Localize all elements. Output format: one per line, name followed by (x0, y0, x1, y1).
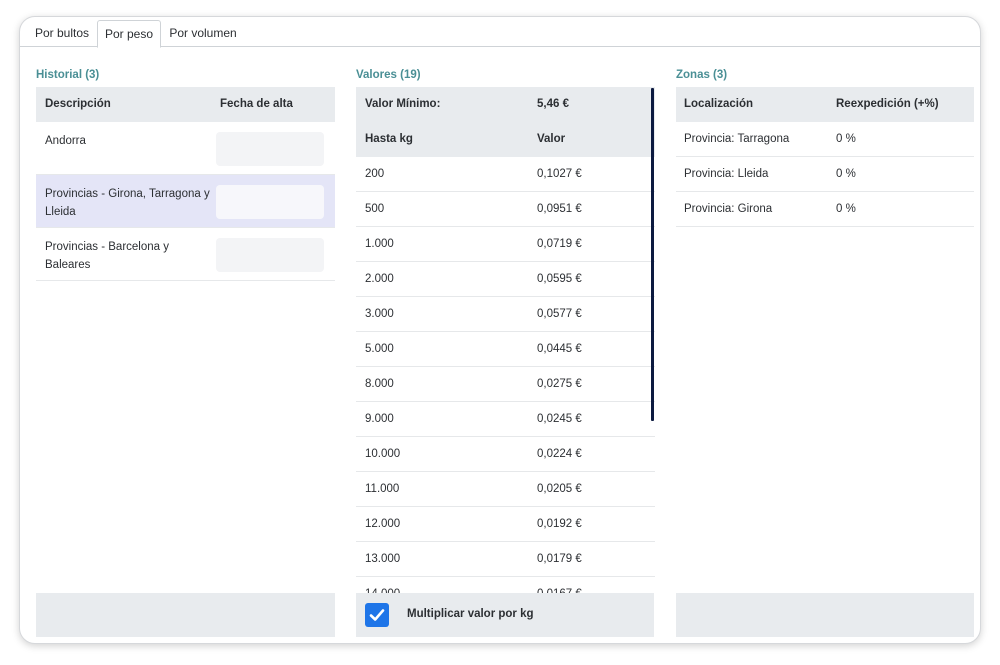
hasta-kg-value: 11.000 (365, 483, 400, 495)
zona-reexpedicion: 0 % (836, 168, 856, 180)
valores-footer: Multiplicar valor por kg (356, 593, 654, 637)
row-description: Andorra (45, 135, 86, 147)
zonas-title: Zonas (3) (676, 69, 728, 81)
table-row[interactable]: 12.000 0,0192 € (356, 507, 655, 542)
tab-por-peso[interactable]: Por peso (97, 20, 161, 48)
table-row[interactable]: Provincia: Girona 0 % (676, 192, 974, 227)
zona-reexpedicion: 0 % (836, 133, 856, 145)
historial-footer (36, 593, 335, 637)
tab-bar: Por bultos Por peso Por volumen (20, 17, 980, 48)
valores-header: Valor Mínimo: 5,46 € Hasta kg Valor (356, 87, 655, 157)
col-localizacion: Localización (684, 98, 754, 110)
zonas-footer (676, 593, 974, 637)
hasta-kg-value: 500 (365, 203, 385, 215)
zona-localizacion: Provincia: Lleida (684, 168, 769, 180)
date-field[interactable] (216, 238, 324, 272)
valor-value: 0,0719 € (537, 238, 582, 250)
valor-value: 0,0245 € (537, 413, 582, 425)
valor-value: 0,0275 € (537, 378, 582, 390)
hasta-kg-value: 8.000 (365, 378, 394, 390)
hasta-kg-value: 5.000 (365, 343, 394, 355)
valor-value: 0,1027 € (537, 168, 582, 180)
multiplicar-label: Multiplicar valor por kg (407, 608, 534, 620)
zonas-panel: Zonas (3) Localización Reexpedición (+%)… (676, 67, 974, 227)
hasta-kg-value: 9.000 (365, 413, 394, 425)
historial-title: Historial (3) (36, 69, 100, 81)
table-row[interactable]: 11.000 0,0205 € (356, 472, 655, 507)
app-window: Por bultos Por peso Por volumen Historia… (19, 16, 981, 644)
table-row[interactable]: Provincia: Tarragona 0 % (676, 122, 974, 157)
hasta-kg-value: 12.000 (365, 518, 401, 530)
scrollbar[interactable] (651, 88, 654, 421)
col-descripcion: Descripción (45, 98, 111, 110)
valor-minimo-value: 5,46 € (537, 98, 569, 110)
hasta-kg-value: 1.000 (365, 238, 394, 250)
valores-title: Valores (19) (356, 69, 421, 81)
hasta-kg-value: 2.000 (365, 273, 394, 285)
valor-value: 0,0205 € (537, 483, 582, 495)
col-fecha-alta: Fecha de alta (220, 98, 293, 110)
col-hasta-kg: Hasta kg (365, 133, 413, 145)
multiplicar-checkbox[interactable] (365, 603, 389, 627)
hasta-kg-value: 200 (365, 168, 385, 180)
hasta-kg-value: 10.000 (365, 448, 401, 460)
table-row[interactable]: 1.000 0,0719 € (356, 227, 655, 262)
tab-por-bultos[interactable]: Por bultos (24, 20, 100, 47)
tab-por-volumen[interactable]: Por volumen (164, 20, 242, 47)
table-row[interactable]: 5.000 0,0445 € (356, 332, 655, 367)
valor-value: 0,0179 € (537, 553, 582, 565)
table-row[interactable]: Provincia: Lleida 0 % (676, 157, 974, 192)
valor-value: 0,0224 € (537, 448, 582, 460)
valor-value: 0,0192 € (537, 518, 582, 530)
valores-list[interactable]: 200 0,1027 € 500 0,0951 € 1.000 0,0719 € 2.000… (356, 157, 655, 593)
table-row[interactable]: 9.000 0,0245 € (356, 402, 655, 437)
table-row[interactable]: 13.000 0,0179 € (356, 542, 655, 577)
table-row[interactable]: 8.000 0,0275 € (356, 367, 655, 402)
valor-value: 0,0577 € (537, 308, 582, 320)
valores-panel: Valores (19) Valor Mínimo: 5,46 € Hasta … (356, 67, 655, 593)
check-icon (369, 609, 385, 621)
valor-value: 0,0445 € (537, 343, 582, 355)
historial-header: Descripción Fecha de alta (36, 87, 335, 122)
table-row[interactable]: 2.000 0,0595 € (356, 262, 655, 297)
col-reexpedicion: Reexpedición (+%) (836, 98, 939, 110)
historial-panel: Historial (3) Descripción Fecha de alta … (36, 67, 335, 281)
zona-reexpedicion: 0 % (836, 203, 856, 215)
col-valor: Valor (537, 133, 566, 145)
table-row[interactable]: Provincias - Barcelona y Baleares (36, 228, 335, 281)
row-description: Provincias - Barcelona y Baleares (45, 241, 169, 271)
hasta-kg-value: 3.000 (365, 308, 394, 320)
table-row[interactable]: 14.0000,0167 € (356, 577, 655, 593)
valor-value: 0,0951 € (537, 203, 582, 215)
zonas-header: Localización Reexpedición (+%) (676, 87, 974, 122)
table-row[interactable]: 3.000 0,0577 € (356, 297, 655, 332)
table-row[interactable]: 200 0,1027 € (356, 157, 655, 192)
table-row[interactable]: 10.000 0,0224 € (356, 437, 655, 472)
row-description: Provincias - Girona, Tarragona y Lleida (45, 188, 210, 218)
date-field[interactable] (216, 185, 324, 219)
table-row-selected[interactable]: Provincias - Girona, Tarragona y Lleida (36, 175, 335, 228)
table-row[interactable]: Andorra (36, 122, 335, 175)
zona-localizacion: Provincia: Tarragona (684, 133, 790, 145)
date-field[interactable] (216, 132, 324, 166)
zona-localizacion: Provincia: Girona (684, 203, 773, 215)
valor-value: 0,0595 € (537, 273, 582, 285)
hasta-kg-value: 13.000 (365, 553, 401, 565)
table-row[interactable]: 500 0,0951 € (356, 192, 655, 227)
valor-minimo-label: Valor Mínimo: (365, 98, 441, 110)
